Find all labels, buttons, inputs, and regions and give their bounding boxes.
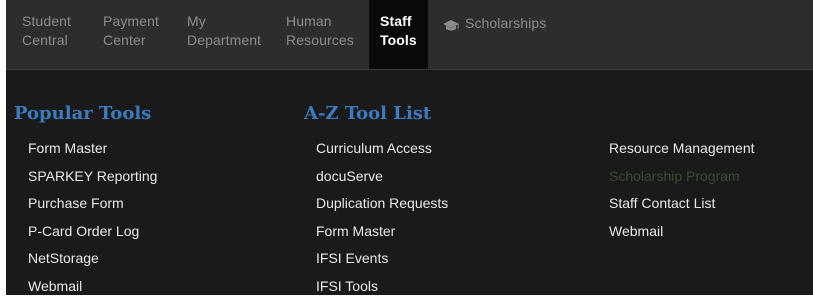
tool-link-form-master[interactable]: Form Master — [28, 141, 157, 169]
tool-link-staff-contact-list[interactable]: Staff Contact List — [609, 196, 755, 224]
nav-label-line-1: Human — [286, 12, 354, 31]
nav-payment-center[interactable]: Payment Center — [103, 12, 159, 50]
nav-student-central[interactable]: Student Central — [22, 12, 71, 50]
staff-tools-menu-panel: Student Central Payment Center My Depart… — [6, 0, 813, 295]
nav-staff-tools[interactable]: Staff Tools — [369, 0, 428, 69]
az-tool-list-column-2: Resource Management Scholarship Program … — [609, 141, 755, 251]
nav-label-line-2: Tools — [380, 31, 417, 50]
nav-human-resources[interactable]: Human Resources — [286, 12, 354, 50]
tool-link-purchase-form[interactable]: Purchase Form — [28, 196, 157, 224]
tool-link-scholarship-program[interactable]: Scholarship Program — [609, 169, 755, 197]
tool-link-form-master[interactable]: Form Master — [316, 224, 448, 252]
nav-label-line-2: Department — [187, 31, 261, 50]
tool-link-curriculum-access[interactable]: Curriculum Access — [316, 141, 448, 169]
tool-link-sparkey-reporting[interactable]: SPARKEY Reporting — [28, 169, 157, 197]
nav-label-line-1: My — [187, 12, 261, 31]
graduation-cap-icon — [443, 18, 459, 30]
nav-label-line-1: Payment — [103, 12, 159, 31]
nav-label-line-2: Center — [103, 31, 159, 50]
nav-scholarships-label: Scholarships — [465, 14, 546, 33]
nav-label-line-2: Resources — [286, 31, 354, 50]
tool-link-resource-management[interactable]: Resource Management — [609, 141, 755, 169]
az-tool-list-column-1: Curriculum Access docuServe Duplication … — [316, 141, 448, 306]
tool-link-webmail[interactable]: Webmail — [28, 279, 157, 306]
nav-label-line-1: Staff — [380, 12, 417, 31]
nav-scholarships[interactable]: Scholarships — [443, 14, 546, 33]
tool-link-docuserve[interactable]: docuServe — [316, 169, 448, 197]
tool-link-duplication-requests[interactable]: Duplication Requests — [316, 196, 448, 224]
az-tool-list-heading: A-Z Tool List — [304, 103, 431, 124]
tool-link-ifsi-events[interactable]: IFSI Events — [316, 251, 448, 279]
popular-tools-list: Form Master SPARKEY Reporting Purchase F… — [28, 141, 157, 306]
tool-link-netstorage[interactable]: NetStorage — [28, 251, 157, 279]
popular-tools-heading: Popular Tools — [14, 103, 151, 124]
nav-label-line-1: Student — [22, 12, 71, 31]
tool-link-p-card-order-log[interactable]: P-Card Order Log — [28, 224, 157, 252]
tool-link-webmail[interactable]: Webmail — [609, 224, 755, 252]
nav-my-department[interactable]: My Department — [187, 12, 261, 50]
top-navigation: Student Central Payment Center My Depart… — [6, 0, 813, 70]
tool-link-ifsi-tools[interactable]: IFSI Tools — [316, 279, 448, 306]
nav-label-line-2: Central — [22, 31, 71, 50]
